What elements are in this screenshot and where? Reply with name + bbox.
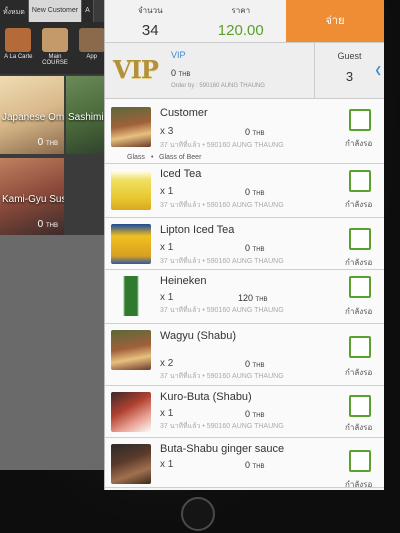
order-item-tag: Glass <box>127 154 145 161</box>
menu-empty-area <box>0 235 110 470</box>
order-item-meta: 37 นาทีที่แล้ว • 590160 AUNG THAUNG <box>160 307 284 314</box>
order-item-price: 0 THB <box>245 243 265 253</box>
menu-item-price: 0 THB <box>37 137 58 148</box>
order-item[interactable]: Iced Tea x 1 0 THB 37 นาทีที่แล้ว • 5901… <box>105 164 384 218</box>
order-item-qty: x 3 <box>160 126 174 137</box>
food-image <box>111 170 151 210</box>
order-item-name: Buta-Shabu ginger sauce <box>160 443 285 455</box>
served-checkbox[interactable] <box>349 170 371 192</box>
food-image <box>111 330 151 370</box>
order-panel: จำนวน 34 ราคา 120.00 จ่าย VIP VIP 0 THB … <box>104 0 384 490</box>
vip-total: 0 THB <box>171 68 191 78</box>
menu-item-label: Kami-Gyu Sushi <box>2 194 64 205</box>
menu-item-price: 0 THB <box>37 219 58 230</box>
served-checkbox[interactable] <box>349 276 371 298</box>
order-item-meta: 37 นาทีที่แล้ว • 590160 AUNG THAUNG <box>160 423 284 430</box>
order-item-status: กำลังรอ <box>345 258 373 267</box>
menu-categories: A La Carte Main COURSE App <box>0 22 110 74</box>
pay-button[interactable]: จ่าย <box>286 0 384 42</box>
order-item-name: Wagyu (Shabu) <box>160 330 237 342</box>
category-main-course[interactable]: Main COURSE <box>39 26 72 70</box>
order-item-name: Customer <box>160 107 208 119</box>
food-image <box>111 224 151 264</box>
order-item[interactable]: Wagyu (Shabu) x 2 0 THB 37 นาทีที่แล้ว •… <box>105 324 384 386</box>
order-item-qty: x 2 <box>160 358 174 369</box>
menu-tab[interactable]: ทั้งหมด <box>0 0 29 22</box>
menu-item-japanese-omelet[interactable]: Japanese Omelet 0 THB <box>0 76 64 154</box>
order-list: Customer x 3 0 THB 37 นาทีที่แล้ว • 5901… <box>105 99 384 489</box>
order-item[interactable]: Buta-Shabu ginger sauce x 1 0 THB กำลังร… <box>105 438 384 489</box>
menu-tabs: ทั้งหมด New Customer A <box>0 0 110 22</box>
order-item-qty: x 1 <box>160 242 174 253</box>
served-checkbox[interactable] <box>349 336 371 358</box>
category-thumbnail <box>78 28 105 52</box>
order-item-meta: 37 นาทีที่แล้ว • 590160 AUNG THAUNG <box>160 142 284 149</box>
order-item-price: 0 THB <box>245 409 265 419</box>
served-checkbox[interactable] <box>349 395 371 417</box>
chevron-left-icon[interactable]: ❮ <box>374 65 382 76</box>
order-item-price: 0 THB <box>245 460 265 470</box>
price-label: ราคา <box>231 6 251 15</box>
order-item-status: กำลังรอ <box>345 423 373 432</box>
order-item-name: Heineken <box>160 275 207 287</box>
guest-label: Guest <box>337 51 362 61</box>
order-item-meta: 37 นาทีที่แล้ว • 590160 AUNG THAUNG <box>160 373 284 380</box>
vip-info: VIP 0 THB Order by : 590160 AUNG THAUNG <box>171 43 314 98</box>
order-item-qty: x 1 <box>160 292 174 303</box>
order-item-meta: 37 นาทีที่แล้ว • 590160 AUNG THAUNG <box>160 202 284 209</box>
food-image <box>111 392 151 432</box>
item-count-value: 34 <box>141 22 159 39</box>
menu-item-label: Sashimi <box>68 112 104 123</box>
order-item-qty: x 1 <box>160 186 174 197</box>
order-item-status: กำลังรอ <box>345 200 373 209</box>
order-item-tag: Glass of Beer <box>159 154 202 161</box>
food-image <box>111 107 151 147</box>
order-item-qty: x 1 <box>160 408 174 419</box>
order-item-name: Lipton Iced Tea <box>160 224 235 236</box>
vip-name: VIP <box>171 50 186 60</box>
served-checkbox[interactable] <box>349 450 371 472</box>
category-label: Main COURSE <box>42 54 68 66</box>
category-label: A La Carte <box>4 54 33 60</box>
order-item-name: Kuro-Buta (Shabu) <box>160 391 252 403</box>
menu-tab[interactable]: A <box>82 0 94 22</box>
tablet-device: ทั้งหมด New Customer A A La Carte Main C… <box>0 0 400 533</box>
tag-separator: • <box>151 154 154 161</box>
menu-item-kami-gyu-sushi[interactable]: Kami-Gyu Sushi 0 THB <box>0 158 64 236</box>
order-item-status: กำลังรอ <box>345 480 373 489</box>
order-item-status: กำลังรอ <box>345 368 373 377</box>
category-thumbnail <box>42 28 68 52</box>
order-item-name: Iced Tea <box>160 168 202 180</box>
home-button[interactable] <box>181 497 215 531</box>
order-item-price: 0 THB <box>245 127 265 137</box>
price-box: ราคา 120.00 <box>196 0 287 42</box>
vip-row[interactable]: VIP VIP 0 THB Order by : 590160 AUNG THA… <box>105 43 384 99</box>
order-item-price: 0 THB <box>245 187 265 197</box>
menu-item-label: Japanese Omelet <box>2 112 64 123</box>
menu-tab[interactable]: New Customer <box>28 0 83 22</box>
order-item-status: กำลังรอ <box>345 139 373 148</box>
menu-background: ทั้งหมด New Customer A A La Carte Main C… <box>0 0 110 470</box>
order-item[interactable]: Lipton Iced Tea x 1 0 THB 37 นาทีที่แล้ว… <box>105 218 384 270</box>
order-item[interactable]: Heineken x 1 120 THB 37 นาทีที่แล้ว • 59… <box>105 270 384 324</box>
vip-order-by: Order by : 590160 AUNG THAUNG <box>171 83 265 89</box>
order-item-qty: x 1 <box>160 459 174 470</box>
category-a-la-carte[interactable]: A La Carte <box>2 26 35 70</box>
order-item-meta: 37 นาทีที่แล้ว • 590160 AUNG THAUNG <box>160 258 284 265</box>
item-count-label: จำนวน <box>137 6 163 15</box>
order-item-price: 120 THB <box>238 293 268 303</box>
served-checkbox[interactable] <box>349 109 371 131</box>
order-item[interactable]: Customer x 3 0 THB 37 นาทีที่แล้ว • 5901… <box>105 99 384 164</box>
order-summary: จำนวน 34 ราคา 120.00 จ่าย <box>105 0 384 43</box>
category-thumbnail <box>5 28 32 52</box>
order-item-status: กำลังรอ <box>345 307 373 316</box>
vip-logo: VIP <box>113 55 159 84</box>
item-count-box: จำนวน 34 <box>105 0 196 42</box>
price-value: 120.00 <box>217 22 264 39</box>
served-checkbox[interactable] <box>349 228 371 250</box>
food-image <box>111 444 151 484</box>
order-item-price: 0 THB <box>245 359 265 369</box>
food-image <box>111 276 151 316</box>
order-item[interactable]: Kuro-Buta (Shabu) x 1 0 THB 37 นาทีที่แล… <box>105 386 384 438</box>
